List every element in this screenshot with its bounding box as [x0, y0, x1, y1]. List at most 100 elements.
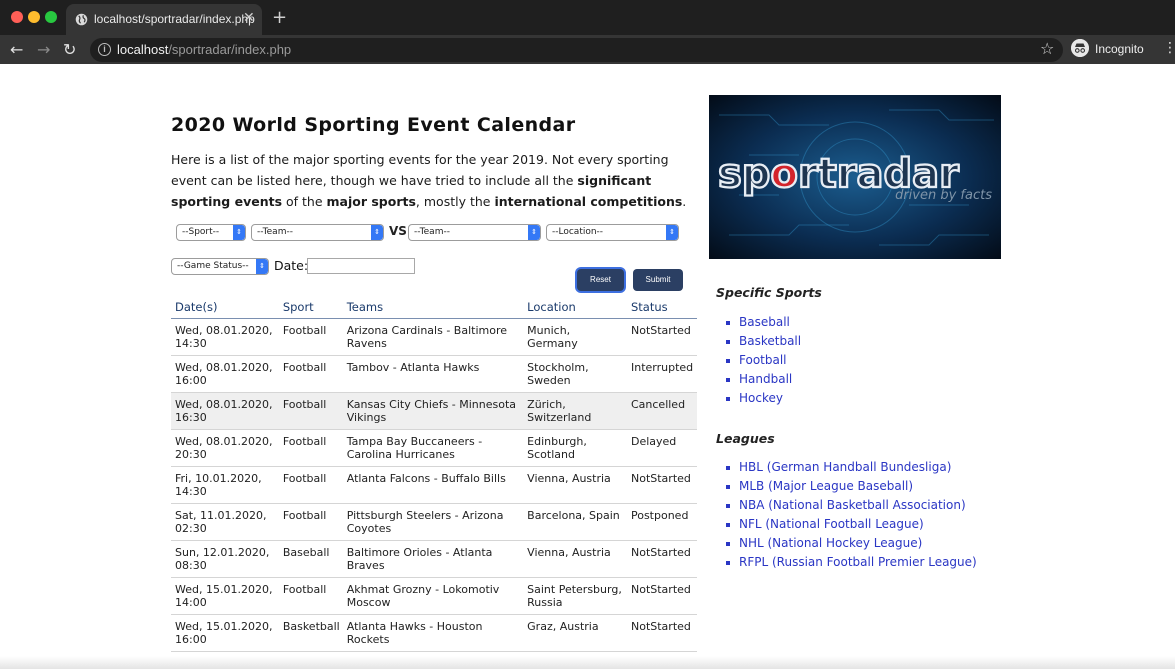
cell-location: Zürich, Switzerland	[523, 392, 627, 430]
location-select[interactable]: --Location-- ⇕	[546, 224, 679, 241]
cell-status: Postponed	[626, 503, 697, 541]
header-location[interactable]: Location	[523, 297, 627, 319]
forward-button[interactable]: →	[37, 40, 50, 59]
cell-location: Barcelona, Spain	[523, 503, 627, 541]
browser-menu-icon[interactable]: ⋮	[1163, 40, 1175, 56]
maximize-window-button[interactable]	[45, 11, 57, 23]
back-button[interactable]: ←	[10, 40, 23, 59]
sport-link-hockey[interactable]: Hockey	[726, 389, 801, 408]
cell-date: Wed, 15.01.2020, 14:00	[171, 577, 279, 615]
chevron-updown-icon: ⇕	[371, 225, 383, 240]
profile-label[interactable]: Incognito	[1095, 42, 1144, 56]
cell-status: NotStarted	[626, 466, 697, 504]
table-row: Wed, 08.01.2020, 20:30 Football Tampa Bay …	[171, 429, 697, 467]
address-bar[interactable]: i localhost/sportradar/index.php ☆	[90, 38, 1063, 62]
cell-date: Wed, 08.01.2020, 16:30	[171, 392, 279, 430]
intro-bold-3: international competitions	[494, 194, 683, 209]
cell-status: NotStarted	[626, 614, 697, 652]
table-row: Wed, 15.01.2020, 16:00 Basketball Atlanta …	[171, 614, 697, 652]
league-link-hbl[interactable]: HBL (German Handball Bundesliga)	[726, 458, 977, 477]
header-teams[interactable]: Teams	[342, 297, 524, 319]
sport-link-basketball[interactable]: Basketball	[726, 332, 801, 351]
cell-location: Vienna, Austria	[523, 540, 627, 578]
chevron-updown-icon: ⇕	[528, 225, 540, 240]
close-window-button[interactable]	[11, 11, 23, 23]
cell-teams: Akhmat Grozny - Lokomotiv Moscow	[342, 577, 524, 615]
intro-bold-2: major sports	[326, 194, 416, 209]
events-table-body: Wed, 08.01.2020, 14:30 Football Arizona Ca…	[171, 318, 697, 652]
cell-date: Wed, 08.01.2020, 16:00	[171, 355, 279, 393]
cell-location: Munich, Germany	[523, 318, 627, 356]
header-status[interactable]: Status	[626, 297, 697, 319]
bookmark-star-icon[interactable]: ☆	[1040, 39, 1054, 58]
game-status-select-value: --Game Status--	[177, 261, 249, 271]
cell-date: Wed, 15.01.2020, 16:00	[171, 614, 279, 652]
team1-select-value: --Team--	[257, 227, 293, 237]
cell-teams: Atlanta Hawks - Houston Rockets	[342, 614, 524, 652]
cell-location: Graz, Austria	[523, 614, 627, 652]
date-label: Date:	[274, 258, 309, 273]
sport-link-baseball[interactable]: Baseball	[726, 313, 801, 332]
league-link-nfl[interactable]: NFL (National Football League)	[726, 515, 977, 534]
sport-select[interactable]: --Sport-- ⇕	[176, 224, 246, 241]
team2-select-value: --Team--	[414, 227, 450, 237]
close-tab-icon[interactable]: ✕	[243, 10, 255, 26]
cell-date: Sun, 12.01.2020, 08:30	[171, 540, 279, 578]
league-link-rfpl[interactable]: RFPL (Russian Football Premier League)	[726, 553, 977, 572]
cell-sport: Football	[278, 318, 343, 356]
minimize-window-button[interactable]	[28, 11, 40, 23]
cell-teams: Arizona Cardinals - Baltimore Ravens	[342, 318, 524, 356]
cell-sport: Football	[278, 392, 343, 430]
cell-sport: Football	[278, 503, 343, 541]
league-link-nhl[interactable]: NHL (National Hockey League)	[726, 534, 977, 553]
team2-select[interactable]: --Team-- ⇕	[408, 224, 541, 241]
reset-button[interactable]: Reset	[577, 269, 624, 291]
cell-sport: Football	[278, 429, 343, 467]
date-input[interactable]	[307, 258, 415, 274]
cell-sport: Football	[278, 355, 343, 393]
site-info-icon[interactable]: i	[98, 43, 111, 56]
location-select-value: --Location--	[552, 227, 604, 237]
cell-location: Vienna, Austria	[523, 466, 627, 504]
sport-link-football[interactable]: Football	[726, 351, 801, 370]
sports-list: Baseball Basketball Football Handball Ho…	[726, 313, 801, 408]
table-row: Sat, 11.01.2020, 02:30 Football Pittsburgh…	[171, 503, 697, 541]
header-sport[interactable]: Sport	[278, 297, 343, 319]
league-link-mlb[interactable]: MLB (Major League Baseball)	[726, 477, 977, 496]
leagues-list: HBL (German Handball Bundesliga) MLB (Ma…	[726, 458, 977, 572]
league-link-nba[interactable]: NBA (National Basketball Association)	[726, 496, 977, 515]
sport-link-handball[interactable]: Handball	[726, 370, 801, 389]
browser-tab-bar: localhost/sportradar/index.php ✕ +	[0, 0, 1175, 35]
cell-teams: Tambov - Atlanta Hawks	[342, 355, 524, 393]
cell-status: Cancelled	[626, 392, 697, 430]
vs-label: VS	[389, 224, 407, 238]
url-path: /sportradar/index.php	[168, 42, 292, 57]
team1-select[interactable]: --Team-- ⇕	[251, 224, 384, 241]
sportradar-banner: sportradar driven by facts	[709, 95, 1001, 259]
cell-location: Edinburgh, Scotland	[523, 429, 627, 467]
cell-sport: Football	[278, 577, 343, 615]
browser-tab[interactable]: localhost/sportradar/index.php ✕	[66, 4, 262, 35]
cell-date: Fri, 10.01.2020, 14:30	[171, 466, 279, 504]
table-row: Wed, 08.01.2020, 16:00 Football Tambov - A…	[171, 355, 697, 393]
cell-teams: Atlanta Falcons - Buffalo Bills	[342, 466, 524, 504]
incognito-icon[interactable]	[1071, 39, 1089, 57]
chevron-updown-icon: ⇕	[256, 259, 268, 274]
new-tab-button[interactable]: +	[272, 7, 287, 28]
page-title: 2020 World Sporting Event Calendar	[171, 114, 576, 136]
header-dates[interactable]: Date(s)	[171, 297, 279, 319]
cell-location: Stockholm, Sweden	[523, 355, 627, 393]
url-host: localhost	[117, 42, 169, 57]
cell-status: Delayed	[626, 429, 697, 467]
logo-tagline: driven by facts	[895, 188, 992, 203]
reload-button[interactable]: ↻	[63, 40, 76, 59]
intro-text-2: of the	[282, 194, 327, 209]
table-row: Wed, 08.01.2020, 16:30 Football Kansas Cit…	[171, 392, 697, 430]
submit-button[interactable]: Submit	[633, 269, 683, 291]
game-status-select[interactable]: --Game Status-- ⇕	[171, 258, 269, 275]
cell-date: Wed, 08.01.2020, 20:30	[171, 429, 279, 467]
leagues-heading: Leagues	[716, 431, 775, 446]
table-header-row: Date(s) Sport Teams Location Status	[171, 297, 697, 319]
events-table: Date(s) Sport Teams Location Status Wed,…	[171, 297, 697, 652]
cell-status: Interrupted	[626, 355, 697, 393]
